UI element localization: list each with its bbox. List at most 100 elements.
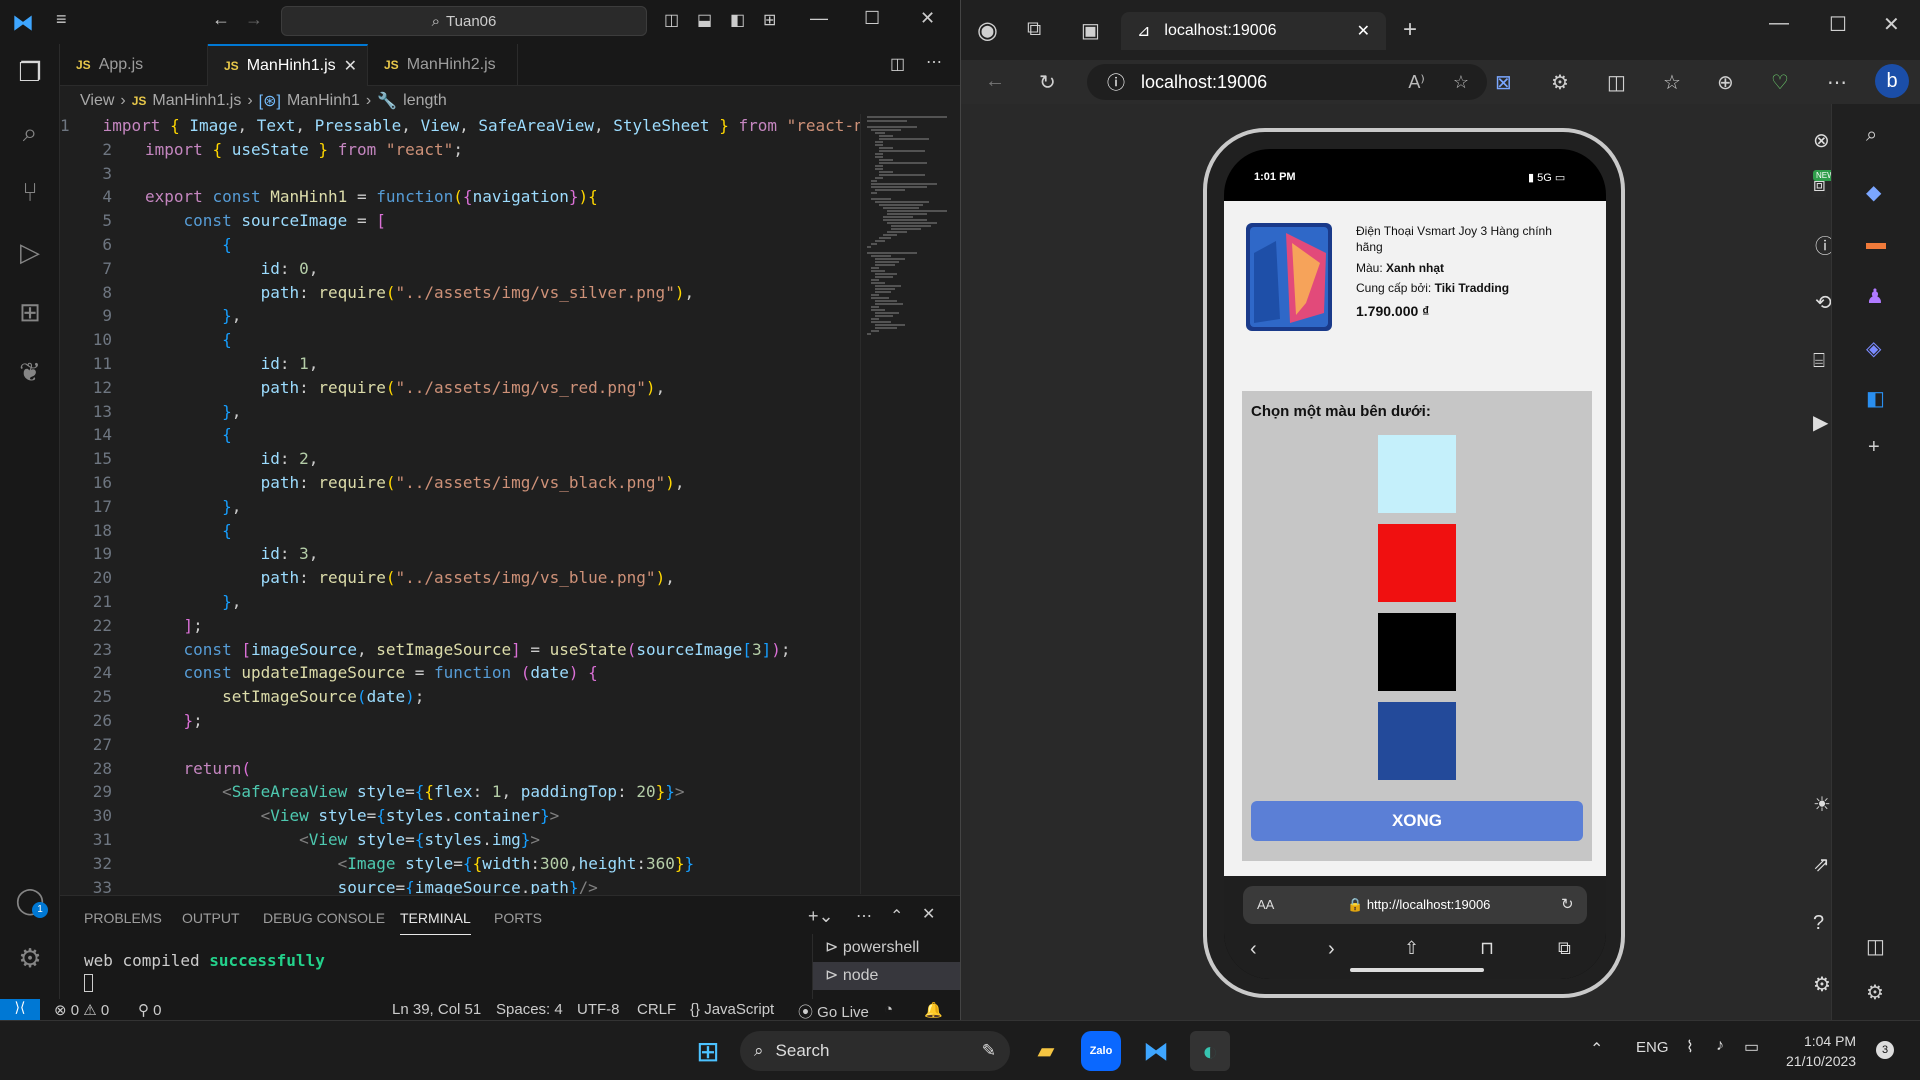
rotate-icon[interactable]: ⟲: [1815, 290, 1832, 315]
reload-icon[interactable]: ↻: [1561, 895, 1574, 913]
back-arrow-icon[interactable]: ←: [212, 9, 230, 30]
tab-app-js[interactable]: JS App.js: [60, 44, 208, 86]
tab-ports[interactable]: PORTS: [494, 910, 542, 926]
profile-avatar-icon[interactable]: ◉: [977, 16, 998, 45]
end-of-line[interactable]: CRLF: [637, 1001, 676, 1018]
new-tab-icon[interactable]: +: [1403, 16, 1417, 44]
close-devtools-icon[interactable]: ⊗: [1813, 128, 1830, 153]
forward-arrow-icon[interactable]: →: [245, 9, 263, 30]
remote-icon[interactable]: ⟩⟨: [0, 999, 40, 1020]
extensions-icon[interactable]: ⊞: [12, 294, 48, 330]
tab-manhinh1-js[interactable]: JS ManHinh1.js ✕: [208, 44, 368, 86]
maximize-icon[interactable]: ☐: [1829, 12, 1847, 37]
hidden-icons-chevron-icon[interactable]: ⌃: [1590, 1039, 1603, 1059]
sidebar-shopping-icon[interactable]: ◆: [1866, 180, 1881, 205]
code-editor[interactable]: 1 import { Image, Text, Pressable, View, …: [60, 114, 860, 894]
encoding[interactable]: UTF-8: [577, 1001, 620, 1018]
go-live-button[interactable]: ⦿ Go Live: [798, 1001, 869, 1022]
indentation[interactable]: Spaces: 4: [496, 1001, 563, 1018]
breadcrumb-item[interactable]: length: [403, 92, 447, 110]
close-panel-icon[interactable]: ✕: [922, 904, 935, 924]
language-mode[interactable]: {} JavaScript: [690, 1001, 774, 1018]
language-indicator[interactable]: ENG: [1636, 1039, 1669, 1056]
minimize-icon[interactable]: —: [810, 8, 828, 29]
cursor-position[interactable]: Ln 39, Col 51: [392, 1001, 481, 1018]
close-tab-icon[interactable]: ✕: [344, 56, 357, 76]
breadcrumb-item[interactable]: View: [80, 92, 114, 110]
workspaces-icon[interactable]: ⧉: [1027, 18, 1041, 41]
mongodb-leaf-icon[interactable]: ❦: [12, 354, 48, 390]
done-button[interactable]: XONG: [1251, 801, 1583, 841]
close-tab-icon[interactable]: ✕: [1357, 21, 1370, 41]
taskbar-search[interactable]: ⌕ Search ✎: [740, 1031, 1010, 1071]
screenshot-camera-icon[interactable]: ⌸: [1813, 350, 1825, 373]
notifications-bell-icon[interactable]: 🔔: [924, 1001, 943, 1019]
more-actions-icon[interactable]: ⋯: [926, 52, 942, 72]
problems-status[interactable]: ⊗ 0 ⚠ 0: [54, 1001, 109, 1019]
menu-icon[interactable]: ≡: [56, 9, 67, 30]
swatch-red[interactable]: [1378, 524, 1456, 602]
more-icon[interactable]: ⋯: [856, 906, 872, 926]
swatch-blue[interactable]: [1378, 702, 1456, 780]
copilot-bing-icon[interactable]: b: [1875, 64, 1909, 98]
refresh-icon[interactable]: ↻: [1039, 70, 1056, 95]
sidebar-tools-icon[interactable]: ▬: [1866, 232, 1886, 255]
manage-gear-icon[interactable]: ⚙: [12, 940, 48, 976]
favorite-star-icon[interactable]: ☆: [1453, 72, 1469, 93]
search-view-icon[interactable]: ⌕: [12, 114, 48, 150]
browser-tab[interactable]: ⊿ localhost:19006 ✕: [1121, 12, 1386, 50]
close-icon[interactable]: ✕: [920, 8, 935, 29]
toggle-secondary-sidebar-icon[interactable]: ◧: [730, 10, 745, 30]
safari-back-icon[interactable]: ‹: [1250, 938, 1257, 961]
safari-bookmarks-icon[interactable]: ⊓: [1480, 938, 1494, 959]
tab-manhinh2-js[interactable]: JS ManHinh2.js: [368, 44, 518, 86]
notification-badge[interactable]: 3: [1876, 1041, 1894, 1059]
extensions-icon[interactable]: ⚙: [1551, 70, 1569, 95]
terminal-item-node[interactable]: ⊳ node: [813, 962, 960, 990]
minimize-icon[interactable]: —: [1769, 12, 1789, 35]
zalo-icon[interactable]: Zalo: [1081, 1031, 1121, 1071]
settings-more-icon[interactable]: ⋯: [1827, 70, 1847, 95]
safari-forward-icon[interactable]: ›: [1328, 938, 1335, 961]
toggle-panel-icon[interactable]: ⬓: [697, 10, 712, 30]
sidebar-hide-icon[interactable]: ◫: [1866, 934, 1885, 959]
volume-icon[interactable]: ♪: [1716, 1037, 1724, 1055]
clock[interactable]: 1:04 PM 21/10/2023: [1786, 1031, 1856, 1071]
minimap[interactable]: [860, 114, 960, 894]
breadcrumb-item[interactable]: ManHinh1.js: [152, 92, 241, 110]
favorites-icon[interactable]: ☆: [1663, 70, 1681, 95]
terminal-item-powershell[interactable]: ⊳ powershell: [813, 934, 960, 962]
tab-debug-console[interactable]: DEBUG CONSOLE: [263, 910, 385, 926]
sidebar-add-icon[interactable]: +: [1868, 436, 1880, 459]
command-center-search[interactable]: ⌕ Tuan06: [281, 6, 647, 36]
start-windows-icon[interactable]: ⊞: [688, 1031, 728, 1071]
breadcrumb-item[interactable]: ManHinh1: [287, 92, 360, 110]
swatch-light-blue[interactable]: [1378, 435, 1456, 513]
tab-terminal[interactable]: TERMINAL: [400, 910, 471, 935]
customize-layout-icon[interactable]: ⊞: [763, 10, 776, 30]
sidebar-games-icon[interactable]: ♟: [1866, 284, 1884, 309]
safari-share-icon[interactable]: ⇧: [1404, 938, 1419, 959]
tab-problems[interactable]: PROBLEMS: [84, 910, 162, 926]
edge-taskbar-icon[interactable]: ◐: [1190, 1031, 1230, 1071]
run-debug-icon[interactable]: ▷: [12, 234, 48, 270]
maximize-panel-icon[interactable]: ⌃: [890, 906, 903, 926]
terminal-output[interactable]: web compiled successfully: [84, 951, 325, 992]
split-screen-icon[interactable]: ◫: [1607, 70, 1626, 95]
read-aloud-icon[interactable]: A⁾: [1408, 72, 1424, 93]
help-icon[interactable]: ?: [1813, 912, 1824, 935]
battery-icon[interactable]: ▭: [1744, 1037, 1759, 1057]
settings-gear-icon[interactable]: ⚙: [1813, 972, 1831, 997]
sidebar-office-icon[interactable]: ◈: [1866, 336, 1881, 361]
safari-url-bar[interactable]: AA 🔒 http://localhost:19006 ↻: [1243, 886, 1587, 924]
wifi-icon[interactable]: ⌇: [1686, 1037, 1694, 1057]
new-terminal-icon[interactable]: +⌄: [808, 906, 834, 927]
account-icon[interactable]: ◯ 1: [12, 882, 48, 918]
reader-aa-icon[interactable]: AA: [1257, 897, 1274, 912]
video-camera-icon[interactable]: ▶: [1813, 410, 1828, 435]
toggle-sidebar-icon[interactable]: ◫: [664, 10, 679, 30]
swatch-black[interactable]: [1378, 613, 1456, 691]
sidebar-settings-icon[interactable]: ⚙: [1866, 980, 1884, 1005]
sidebar-outlook-icon[interactable]: ◧: [1866, 386, 1885, 411]
brightness-icon[interactable]: ☀: [1813, 792, 1831, 817]
